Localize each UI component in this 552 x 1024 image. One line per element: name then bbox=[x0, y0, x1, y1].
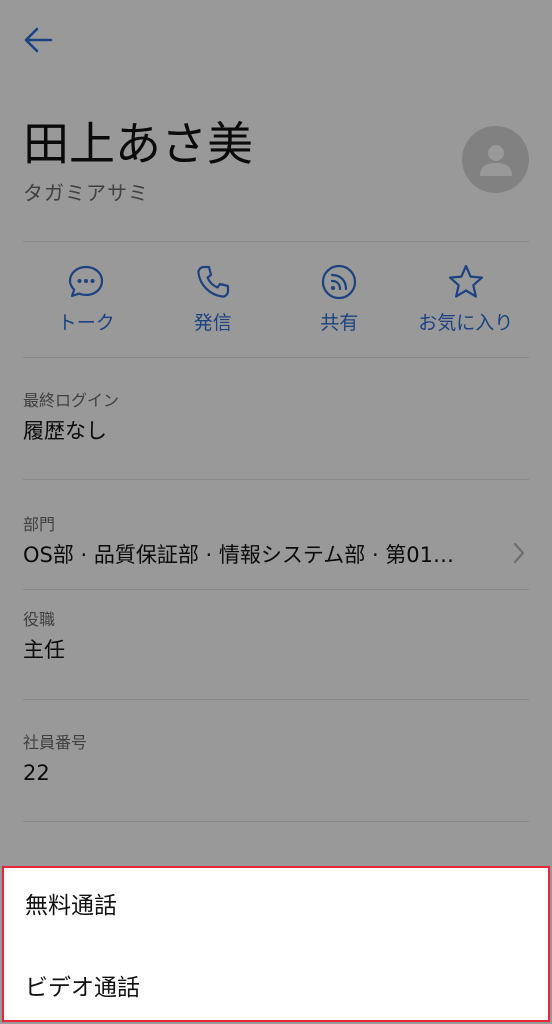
video-call-option[interactable]: ビデオ通話 bbox=[25, 972, 525, 1004]
free-call-option[interactable]: 無料通話 bbox=[25, 890, 525, 922]
call-options-sheet: 無料通話 ビデオ通話 bbox=[2, 866, 550, 1022]
